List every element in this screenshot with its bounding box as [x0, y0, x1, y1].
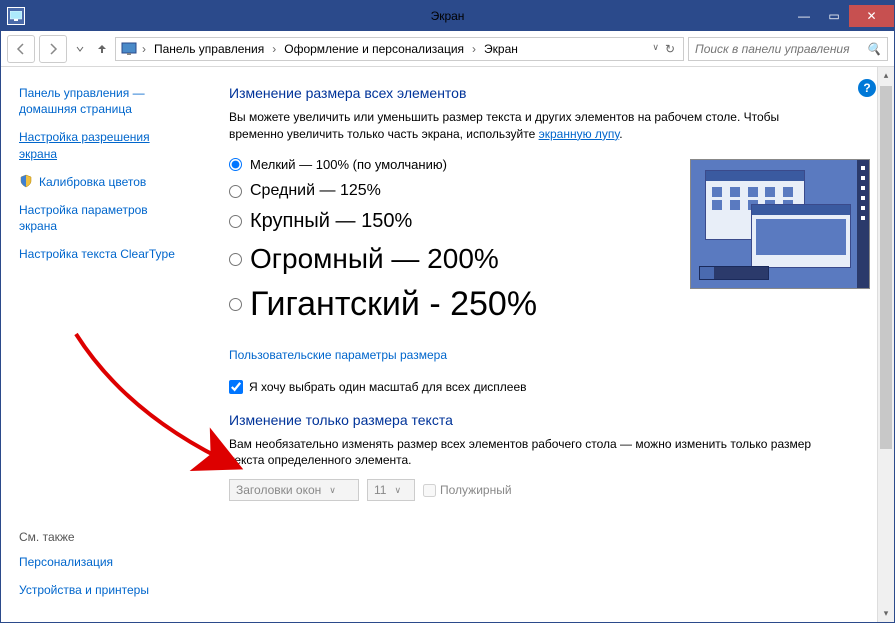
maximize-button[interactable]: ▭ [819, 5, 849, 27]
text-only-description: Вам необязательно изменять размер всех э… [229, 436, 819, 470]
chevron-down-icon: ∨ [394, 485, 401, 496]
breadcrumb-display[interactable]: Экран [480, 40, 522, 58]
vertical-scrollbar[interactable]: ▴ ▾ [877, 67, 894, 622]
minimize-button[interactable]: — [789, 5, 819, 27]
sidebar-resolution[interactable]: Настройка разрешенияэкрана [19, 129, 211, 161]
scale-radio-group: Мелкий — 100% (по умолчанию) Средний — 1… [229, 157, 670, 334]
text-only-heading: Изменение только размера текста [229, 412, 870, 428]
close-button[interactable]: ✕ [849, 5, 894, 27]
refresh-icon[interactable]: ↻ [665, 42, 675, 56]
help-icon[interactable]: ? [858, 79, 876, 97]
chevron-down-icon[interactable]: ∨ [652, 42, 659, 56]
up-button[interactable] [93, 35, 111, 63]
radio-125[interactable]: Средний — 125% [229, 182, 670, 200]
sidebar: Панель управления —домашняя страница Нас… [1, 67, 211, 622]
main-description: Вы можете увеличить или уменьшить размер… [229, 109, 819, 143]
element-combo[interactable]: Заголовки окон∨ [229, 479, 359, 501]
titlebar: Экран — ▭ ✕ [1, 1, 894, 31]
breadcrumb-root[interactable]: Панель управления [150, 40, 268, 58]
search-icon[interactable]: 🔍 [866, 42, 881, 56]
sidebar-home[interactable]: Панель управления —домашняя страница [19, 85, 211, 117]
magnifier-link[interactable]: экранную лупу [539, 127, 620, 141]
address-bar[interactable]: › Панель управления › Оформление и персо… [115, 37, 684, 61]
back-button[interactable] [7, 35, 35, 63]
sidebar-personalization[interactable]: Персонализация [19, 554, 211, 570]
chevron-down-icon: ∨ [329, 485, 336, 496]
window-controls: — ▭ ✕ [789, 5, 894, 27]
navigation-toolbar: › Панель управления › Оформление и персо… [1, 31, 894, 67]
chevron-right-icon[interactable]: › [140, 42, 148, 56]
radio-250[interactable]: Гигантский - 250% [229, 285, 670, 324]
search-box[interactable]: 🔍 [688, 37, 888, 61]
radio-150[interactable]: Крупный — 150% [229, 210, 670, 233]
forward-button[interactable] [39, 35, 67, 63]
breadcrumb-appearance[interactable]: Оформление и персонализация [280, 40, 468, 58]
sidebar-printers[interactable]: Устройства и принтеры [19, 582, 211, 598]
main-content: ? Изменение размера всех элементов Вы мо… [211, 67, 894, 622]
custom-size-link[interactable]: Пользовательские параметры размера [229, 348, 447, 362]
display-icon [120, 41, 138, 57]
bold-checkbox[interactable] [423, 484, 436, 497]
single-scale-label: Я хочу выбрать один масштаб для всех дис… [249, 380, 527, 394]
single-scale-checkbox-row[interactable]: Я хочу выбрать один масштаб для всех дис… [229, 380, 870, 394]
sidebar-cleartype[interactable]: Настройка текста ClearType [19, 246, 211, 262]
sidebar-calibration[interactable]: Калибровка цветов [19, 174, 211, 190]
scrollbar-thumb[interactable] [880, 86, 892, 449]
radio-100[interactable]: Мелкий — 100% (по умолчанию) [229, 157, 670, 172]
main-heading: Изменение размера всех элементов [229, 85, 870, 101]
recent-dropdown[interactable] [71, 35, 89, 63]
chevron-right-icon[interactable]: › [270, 42, 278, 56]
window-title: Экран [431, 9, 465, 23]
search-input[interactable] [695, 42, 866, 56]
scroll-up-button[interactable]: ▴ [878, 67, 894, 84]
display-icon [7, 7, 25, 25]
display-preview [690, 159, 870, 289]
shield-icon [19, 174, 33, 188]
bold-label: Полужирный [440, 483, 512, 497]
see-also-heading: См. также [19, 530, 211, 544]
sidebar-params[interactable]: Настройка параметровэкрана [19, 202, 211, 234]
single-scale-checkbox[interactable] [229, 380, 243, 394]
radio-200[interactable]: Огромный — 200% [229, 243, 670, 275]
scroll-down-button[interactable]: ▾ [878, 605, 894, 622]
bold-checkbox-row[interactable]: Полужирный [423, 483, 512, 497]
font-size-combo[interactable]: 11∨ [367, 479, 415, 501]
chevron-right-icon[interactable]: › [470, 42, 478, 56]
